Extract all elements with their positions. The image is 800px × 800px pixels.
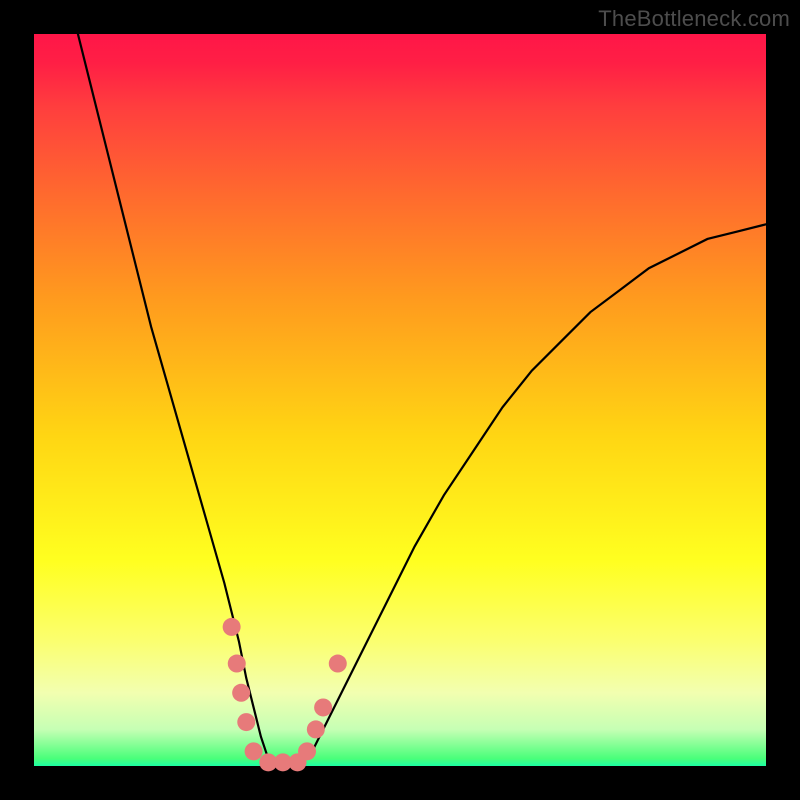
data-marker — [314, 698, 332, 716]
plot-area — [34, 34, 766, 766]
data-marker — [245, 742, 263, 760]
data-marker — [307, 720, 325, 738]
chart-svg — [34, 34, 766, 766]
data-marker — [237, 713, 255, 731]
data-marker — [228, 655, 246, 673]
chart-frame: TheBottleneck.com — [0, 0, 800, 800]
data-marker — [223, 618, 241, 636]
markers-group — [223, 618, 347, 771]
data-marker — [232, 684, 250, 702]
data-marker — [329, 655, 347, 673]
watermark-text: TheBottleneck.com — [598, 6, 790, 32]
data-marker — [298, 742, 316, 760]
series-line — [78, 34, 766, 766]
